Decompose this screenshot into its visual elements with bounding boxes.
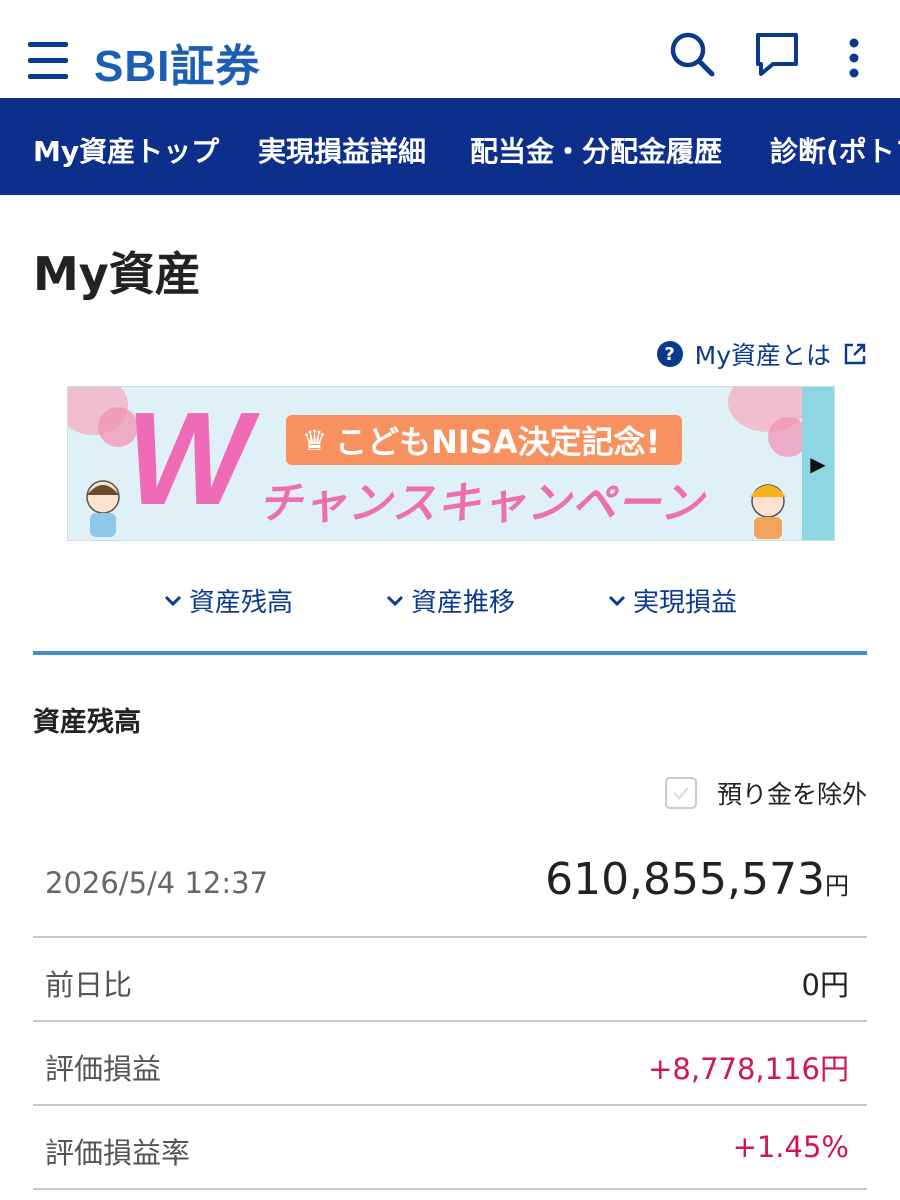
- unrealized-pl-label: 評価損益: [45, 1052, 162, 1086]
- help-link-label: My資産とは: [694, 341, 831, 370]
- unrealized-pl-rate-value: +1.45%: [732, 1130, 849, 1164]
- day-change-value: 0円: [801, 968, 849, 1002]
- external-link-icon: [844, 343, 866, 365]
- tab-realized-pl[interactable]: 実現損益: [607, 582, 737, 619]
- child-illustration-left: [86, 480, 120, 537]
- banner-w-letter: W: [126, 386, 251, 532]
- campaign-banner[interactable]: W ♛ こどもNISA決定記念! チャンスキャンペーン ▶: [67, 386, 835, 541]
- chat-icon[interactable]: [753, 30, 801, 80]
- search-icon[interactable]: [668, 30, 716, 78]
- banner-subtitle: チャンスキャンペーン: [258, 478, 705, 529]
- unrealized-pl-row: 評価損益 +8,778,116円: [33, 1022, 867, 1106]
- menu-icon[interactable]: [28, 42, 68, 80]
- day-change-label: 前日比: [45, 968, 133, 1002]
- banner-next-arrow-icon[interactable]: ▶: [802, 387, 834, 540]
- app-header: SBI証券: [0, 0, 900, 98]
- unrealized-pl-rate-row: 評価損益率 +1.45%: [33, 1106, 867, 1190]
- nav-item-diagnosis[interactable]: 診断(ポトフ: [770, 130, 900, 170]
- nav-item-dividend-history[interactable]: 配当金・分配金履歴: [470, 130, 722, 170]
- page-title: My資産: [33, 247, 201, 301]
- check-icon: [673, 787, 689, 800]
- help-icon: ?: [656, 341, 683, 367]
- sbi-logo[interactable]: SBI証券: [94, 30, 260, 94]
- chevron-down-icon: [386, 595, 404, 606]
- exclude-deposit-toggle[interactable]: 預り金を除外: [664, 775, 867, 811]
- unrealized-pl-value: +8,778,116円: [648, 1052, 849, 1086]
- chevron-down-icon: [164, 595, 182, 606]
- chevron-down-icon: [608, 595, 626, 606]
- my-assets-help-link[interactable]: ? My資産とは: [656, 336, 867, 372]
- exclude-deposit-label: 預り金を除外: [716, 780, 867, 809]
- nav-item-my-assets-top[interactable]: My資産トップ: [33, 130, 219, 170]
- banner-headline: ♛ こどもNISA決定記念!: [286, 415, 683, 465]
- main-nav-bar: My資産トップ 実現損益詳細 配当金・分配金履歴 診断(ポトフ: [0, 98, 900, 195]
- more-vertical-icon[interactable]: [846, 38, 862, 82]
- child-illustration-right: [750, 484, 786, 539]
- total-balance-value: 610,855,573円: [545, 854, 849, 905]
- crown-icon: ♛: [302, 423, 328, 457]
- tab-asset-balance[interactable]: 資産残高: [163, 582, 293, 619]
- section-title: 資産残高: [33, 707, 141, 738]
- nav-item-realized-pl-detail[interactable]: 実現損益詳細: [258, 130, 426, 170]
- day-change-row: 前日比 0円: [33, 938, 867, 1022]
- balance-timestamp: 2026/5/4 12:37: [45, 866, 269, 900]
- tab-asset-trend[interactable]: 資産推移: [385, 582, 515, 619]
- exclude-deposit-checkbox[interactable]: [664, 777, 697, 809]
- unrealized-pl-rate-label: 評価損益率: [45, 1136, 191, 1170]
- total-balance-row: 2026/5/4 12:37 610,855,573円: [33, 840, 867, 938]
- section-divider: [33, 651, 867, 655]
